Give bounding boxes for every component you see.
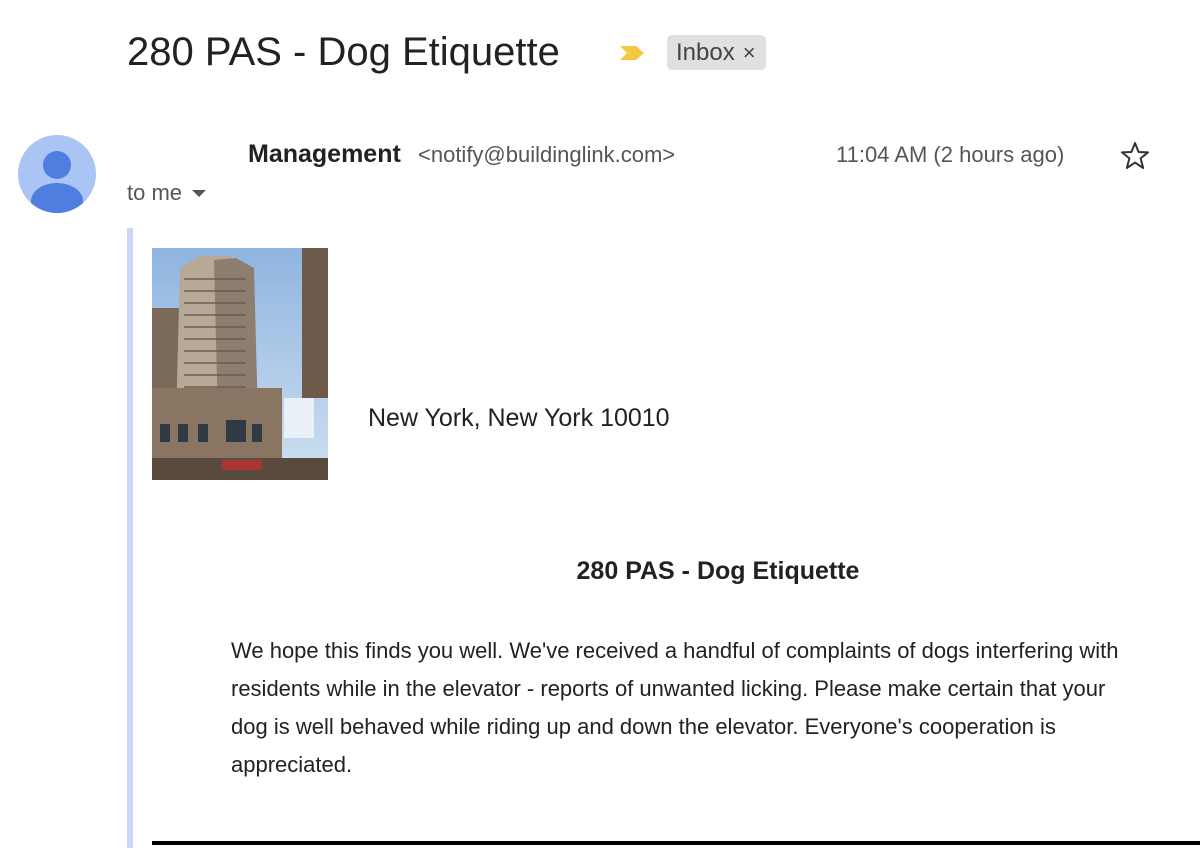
divider — [152, 841, 1200, 845]
inbox-label-chip: Inbox × — [667, 35, 766, 70]
message-body-line: dog is well behaved while riding up and … — [231, 714, 1056, 739]
message-body-line: We hope this finds you well. We've recei… — [231, 638, 1119, 663]
email-subject: 280 PAS - Dog Etiquette — [127, 30, 560, 74]
sender-avatar-icon[interactable] — [18, 135, 96, 213]
inbox-label: Inbox — [676, 38, 735, 66]
recipient-details-toggle[interactable]: to me — [127, 180, 207, 206]
message-body-line: appreciated. — [231, 752, 353, 777]
email-timestamp[interactable]: 11:04 AM (2 hours ago) — [836, 142, 1064, 168]
importance-marker-icon[interactable] — [620, 44, 646, 62]
sender-name[interactable]: Management — [248, 140, 401, 169]
recipient-label: to me — [127, 180, 183, 205]
quote-bar — [127, 228, 133, 848]
message-body: We hope this finds you well. We've recei… — [231, 632, 1196, 784]
message-heading: 280 PAS - Dog Etiquette — [576, 557, 860, 585]
building-address: New York, New York 10010 — [368, 404, 670, 432]
remove-label-button[interactable]: × — [743, 40, 756, 66]
building-photo — [152, 248, 328, 480]
caret-down-icon — [192, 190, 207, 197]
sender-email: <notify@buildinglink.com> — [418, 142, 676, 167]
star-icon[interactable] — [1120, 141, 1150, 171]
message-body-line: residents while in the elevator - report… — [231, 676, 1106, 701]
